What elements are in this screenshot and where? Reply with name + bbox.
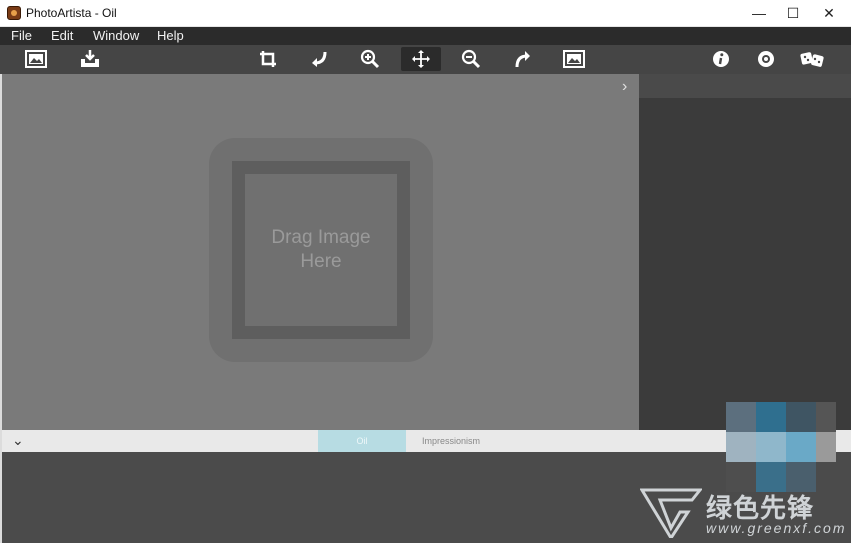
- open-image-icon: [25, 50, 47, 68]
- rotate-right-icon: [515, 51, 530, 68]
- drop-zone-frame: Drag Image Here: [232, 161, 410, 339]
- menu-edit[interactable]: Edit: [51, 28, 73, 43]
- support-icon: [758, 51, 774, 67]
- rotate-right-button[interactable]: [508, 47, 538, 71]
- move-button[interactable]: [401, 47, 441, 71]
- move-icon: [412, 50, 430, 68]
- minimize-button[interactable]: —: [742, 0, 776, 26]
- watermark-mosaic: [726, 402, 836, 492]
- menu-file[interactable]: File: [11, 28, 32, 43]
- filter-tab-bar: ⌄ Oil Impressionism: [2, 430, 851, 452]
- drop-zone-label: Drag Image Here: [271, 227, 371, 272]
- rotate-left-button[interactable]: [304, 47, 334, 71]
- zoom-out-icon: [461, 49, 481, 69]
- watermark-url: www.greenxf.com: [706, 520, 847, 536]
- settings-panel-header: [639, 74, 851, 98]
- maximize-button[interactable]: ☐: [776, 0, 810, 26]
- menu-window[interactable]: Window: [93, 28, 139, 43]
- info-button[interactable]: [706, 47, 736, 71]
- rotate-left-icon: [312, 51, 327, 67]
- zoom-out-button[interactable]: [456, 47, 486, 71]
- crop-button[interactable]: [253, 47, 283, 71]
- window-title: PhotoArtista - Oil: [26, 6, 117, 20]
- image-canvas[interactable]: Drag Image Here ›: [2, 74, 639, 430]
- save-image-button[interactable]: [75, 47, 105, 71]
- close-button[interactable]: ✕: [812, 0, 846, 26]
- settings-panel: [639, 74, 851, 430]
- tab-oil[interactable]: Oil: [318, 430, 406, 452]
- fit-image-icon: [563, 50, 585, 68]
- zoom-in-button[interactable]: [355, 47, 385, 71]
- info-icon: [713, 51, 729, 67]
- open-image-button[interactable]: [21, 47, 51, 71]
- random-icon: [800, 52, 824, 67]
- collapse-filters-button[interactable]: ⌄: [12, 432, 24, 449]
- drop-zone[interactable]: Drag Image Here: [209, 138, 433, 362]
- zoom-in-icon: [360, 49, 380, 69]
- crop-icon: [260, 51, 276, 67]
- random-button[interactable]: [798, 47, 828, 71]
- menu-help[interactable]: Help: [157, 28, 184, 43]
- support-button[interactable]: [751, 47, 781, 71]
- tab-oil-label: Oil: [356, 436, 368, 446]
- watermark-logo-icon: [640, 488, 702, 538]
- drop-zone-inner: Drag Image Here: [245, 174, 397, 326]
- expand-panel-button[interactable]: ›: [622, 78, 627, 96]
- app-icon: [7, 6, 21, 20]
- title-bar: PhotoArtista - Oil — ☐ ✕: [0, 0, 851, 27]
- menu-bar: File Edit Window Help: [0, 27, 851, 45]
- toolbar: [0, 45, 851, 74]
- fit-image-button[interactable]: [559, 47, 589, 71]
- tab-impressionism[interactable]: Impressionism: [406, 430, 496, 452]
- save-image-icon: [81, 50, 99, 67]
- tab-impressionism-label: Impressionism: [421, 436, 480, 446]
